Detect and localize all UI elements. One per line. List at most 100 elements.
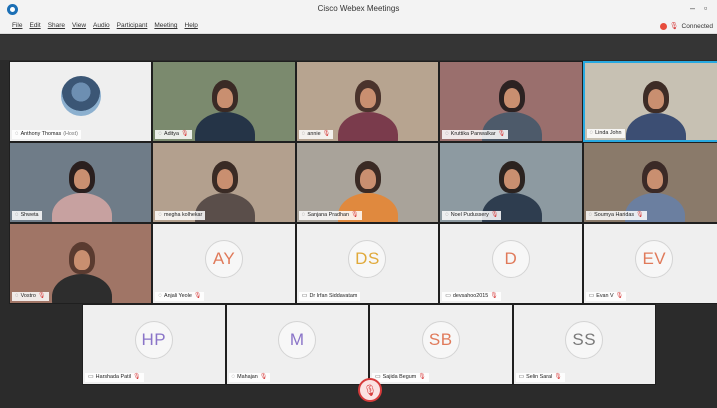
video-feed-face — [73, 249, 90, 270]
participant-tile[interactable]: ◌ Vostro 🎙 — [9, 223, 153, 304]
participant-tile[interactable]: HP ▭ Harshada Patil 🎙 — [82, 304, 226, 385]
video-feed-head — [355, 160, 382, 193]
participant-tile[interactable]: ◌ Anthony Thomas (Host) — [9, 61, 153, 142]
participant-name: Aditya — [163, 131, 179, 137]
participant-name: Selin Saral — [526, 374, 553, 380]
participant-name-label: ◌ Anjali Yeole 🎙 — [155, 292, 205, 301]
participant-tile[interactable]: ◌ annie 🎙 — [295, 61, 440, 142]
participant-name-label: ◌ Kruttika Panwalkar 🎙 — [442, 130, 509, 139]
menu-item-share[interactable]: Share — [48, 22, 65, 29]
participant-tile[interactable]: SS ▭ Selin Saral 🎙 — [512, 304, 656, 385]
participant-name: Evan V — [596, 293, 614, 299]
mic-muted-icon: 🎙 — [363, 384, 377, 397]
video-feed-head — [355, 79, 382, 112]
menu-item-file[interactable]: File — [12, 22, 22, 29]
participant-name: Linda John — [595, 130, 622, 136]
minimize-button[interactable]: – — [690, 3, 695, 13]
device-icon: ▭ — [518, 374, 525, 380]
video-feed-face — [503, 87, 520, 108]
title-bar: Cisco Webex Meetings – ▫ — [0, 0, 717, 20]
video-feed-head — [642, 160, 669, 193]
video-feed-body — [195, 112, 256, 141]
video-feed-face — [73, 168, 90, 189]
participant-name-label: ◌ megha kolhekar — [155, 211, 206, 220]
participant-name-label: ◌ Soumya Haridas 🎙 — [585, 211, 647, 220]
participant-name-label: ▭ devsahoo2015 🎙 — [442, 292, 501, 301]
participant-name-label: ◌ Sanjana Pradhan 🎙 — [298, 211, 362, 220]
participant-name-label: ▭ Sajida Begum 🎙 — [372, 373, 429, 382]
device-icon: ▭ — [301, 293, 308, 299]
participant-name-label: ◌ annie 🎙 — [298, 130, 334, 139]
mic-muted-icon: 🎙 — [133, 374, 141, 380]
participant-name: Anjali Yeole — [163, 293, 192, 299]
mic-muted-icon: 🎙 — [490, 293, 498, 299]
participant-tile[interactable]: ◌ megha kolhekar — [152, 142, 296, 223]
participant-name-label: ◌ Linda John — [586, 129, 625, 138]
device-icon: ◌ — [158, 293, 162, 299]
participant-name-label: ◌ Mahajan 🎙 — [228, 373, 271, 382]
initials-avatar: HP — [134, 320, 173, 359]
host-tag: (Host) — [63, 131, 78, 137]
menu-item-participant[interactable]: Participant — [117, 22, 148, 29]
participant-tile[interactable]: M ◌ Mahajan 🎙 — [225, 304, 369, 385]
mic-muted-icon: 🎙 — [37, 293, 46, 299]
participant-tile[interactable]: ◌ Kruttika Panwalkar 🎙 — [439, 61, 583, 142]
menu-item-audio[interactable]: Audio — [93, 22, 110, 29]
audio-icon: ◌ — [445, 131, 449, 137]
avatar — [60, 75, 101, 116]
mic-muted-icon: 🎙 — [636, 212, 644, 218]
participant-name: Soumya Haridas — [594, 212, 635, 218]
participant-tile[interactable]: ◌ Soumya Haridas 🎙 — [582, 142, 717, 223]
video-feed-face — [503, 168, 520, 189]
menu-item-help[interactable]: Help — [185, 22, 198, 29]
participant-name: Vostro — [20, 293, 36, 299]
video-feed-head — [212, 160, 239, 193]
participant-tile[interactable]: D ▭ devsahoo2015 🎙 — [439, 223, 583, 304]
mic-muted-icon: 🎙 — [497, 131, 506, 137]
menu-item-view[interactable]: View — [72, 22, 86, 29]
participant-name: Kruttika Panwalkar — [450, 131, 496, 137]
video-feed-face — [217, 168, 234, 189]
participant-tile[interactable]: ◌ Aditya 🎙 — [152, 61, 296, 142]
video-feed-body — [338, 112, 399, 141]
participant-tile[interactable]: EV ▭ Evan V 🎙 — [582, 223, 717, 304]
audio-icon: ◌ — [15, 293, 19, 299]
menu-bar: File Edit Share View Audio Participant Meeting… — [0, 20, 717, 34]
participant-tile[interactable]: ◌ Shweta — [9, 142, 153, 223]
window-title: Cisco Webex Meetings — [317, 4, 400, 13]
participant-name: Mahajan — [237, 374, 258, 380]
device-icon: ▭ — [88, 374, 94, 380]
menu-item-meeting[interactable]: Meeting — [154, 22, 177, 29]
audio-icon: ◌ — [589, 130, 594, 136]
device-icon: ▭ — [445, 293, 451, 299]
video-feed-face — [360, 168, 377, 189]
participant-tile[interactable]: ◌ Sanjana Pradhan 🎙 — [295, 142, 440, 223]
mic-muted-icon: 🎙 — [615, 293, 624, 299]
mute-button[interactable]: 🎙 — [358, 378, 382, 402]
record-indicator-icon — [659, 22, 667, 30]
video-feed-face — [217, 87, 234, 108]
audio-icon: ◌ — [301, 212, 306, 218]
participant-name: Anthony Thomas — [20, 131, 62, 137]
initials-avatar: DS — [348, 239, 387, 278]
participant-tile[interactable]: AY ◌ Anjali Yeole 🎙 — [152, 223, 296, 304]
maximize-button[interactable]: ▫ — [704, 3, 707, 13]
participant-tile[interactable]: ◌ Noel Pudussery 🎙 — [439, 142, 583, 223]
video-feed-head — [643, 80, 670, 113]
mic-muted-icon: 🎙 — [259, 374, 268, 380]
audio-icon: ◌ — [588, 212, 593, 218]
participant-tile[interactable]: SB ▭ Sajida Begum 🎙 — [369, 304, 513, 385]
participant-tile[interactable]: DS ▭ Dr Irfan Siddavatam — [295, 223, 440, 304]
audio-icon: ◌ — [158, 131, 162, 137]
video-feed-head — [68, 241, 95, 274]
participant-tile[interactable]: ◌ Linda John — [582, 61, 717, 142]
audio-icon: ◌ — [158, 212, 162, 218]
menu-item-edit[interactable]: Edit — [29, 22, 40, 29]
device-icon: ◌ — [231, 374, 236, 380]
participant-name: Shweta — [20, 212, 39, 218]
video-feed-head — [498, 79, 525, 112]
participant-name-label: ▭ Selin Saral 🎙 — [515, 373, 565, 382]
participant-name-label: ▭ Harshada Patil 🎙 — [85, 373, 144, 382]
connection-status: 🎙 Connected — [659, 22, 713, 30]
mic-muted-icon: 🎙 — [669, 23, 679, 30]
